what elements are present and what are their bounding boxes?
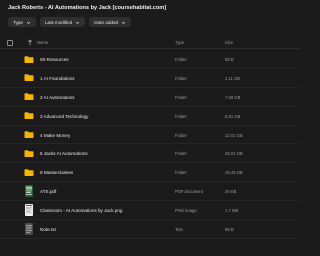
sort-arrow-up-icon[interactable] [27,39,33,46]
folder-icon [24,93,34,101]
file-name: 4 Make Money [40,132,71,138]
chevron-down-icon [26,21,31,24]
file-type: PNG image [175,208,197,214]
file-type: Text [175,227,183,233]
file-name: 6 Masterclasses [40,170,74,176]
file-name: 3 Advanced Technology [40,113,89,119]
file-type: Folder [175,151,187,157]
file-row[interactable]: ATS.pdf PDF document 29 KB [0,182,300,202]
file-size: 29 KB [225,189,237,195]
folder-icon [24,74,34,82]
file-row[interactable]: 6 Masterclasses Folder 19.43 GB [0,163,300,183]
file-size: 58 B [225,57,234,62]
file-row[interactable]: 3 Advanced Technology Folder 5.81 GB [0,107,300,126]
column-header-size[interactable]: Size [225,40,233,45]
folder-icon [24,55,34,63]
file-row[interactable]: 4 Make Money Folder 12.01 GB [0,126,300,145]
file-type: Folder [175,94,187,100]
file-type: Folder [175,113,187,119]
file-type: Folder [175,132,187,138]
file-name: 00-Resources [40,57,69,62]
file-name: ATS.pdf [40,189,57,195]
file-row[interactable]: 1 AI Foundations Folder 2.11 GB [0,69,300,88]
file-size: 5.81 GB [225,113,241,119]
text-file-icon [25,223,33,236]
file-list: 00-Resources Folder 58 B 1 AI Foundation… [0,50,300,239]
chevron-down-icon [121,21,126,24]
filter-date-added[interactable]: Date added [89,17,132,27]
file-type: PDF document [175,189,203,195]
filter-last-modified-label: Last modified [44,19,73,25]
file-type: Folder [175,170,187,176]
folder-icon [24,131,34,139]
folder-title: Jack Roberts - AI Automations by Jack [c… [8,5,167,11]
file-name: Classroom - AI Automations by Jack.png [40,208,123,214]
file-name: 5 Jacks AI Automations [40,151,88,157]
folder-icon [24,112,34,120]
file-name: 2 AI Automations [40,94,75,100]
file-row[interactable]: Classroom - AI Automations by Jack.png P… [0,201,300,221]
file-size: 1.7 MB [225,208,239,214]
file-row[interactable]: 5 Jacks AI Automations Folder 28.01 GB [0,144,300,164]
table-header: Name Type Size [0,36,300,49]
file-size: 7.68 GB [225,94,241,100]
filter-date-added-label: Date added [94,19,119,25]
column-header-type[interactable]: Type [175,40,184,45]
file-row[interactable]: Note.txt Text 89 B [0,220,300,239]
file-type: Folder [175,57,187,62]
folder-icon [24,169,34,176]
chevron-down-icon [76,21,80,24]
select-all-checkbox[interactable] [7,39,13,46]
file-row[interactable]: 2 AI Automations Folder 7.68 GB [0,88,300,107]
file-size: 28.01 GB [225,151,243,157]
file-size: 2.11 GB [225,75,241,81]
file-size: 19.43 GB [225,170,243,176]
file-row[interactable]: 00-Resources Folder 58 B [0,50,300,69]
pdf-thumbnail-icon [25,185,33,198]
file-size: 89 B [225,227,234,233]
file-name: Note.txt [40,227,56,233]
filter-type-label: Type [13,19,23,25]
filter-bar: Type Last modified Date added [8,17,132,27]
filter-last-modified[interactable]: Last modified [39,17,86,27]
filter-type[interactable]: Type [8,17,36,27]
file-size: 12.01 GB [225,132,243,138]
file-type: Folder [175,75,187,81]
file-name: 1 AI Foundations [40,75,75,81]
column-header-name[interactable]: Name [37,40,48,45]
folder-icon [24,150,34,157]
png-thumbnail-icon [25,204,33,217]
